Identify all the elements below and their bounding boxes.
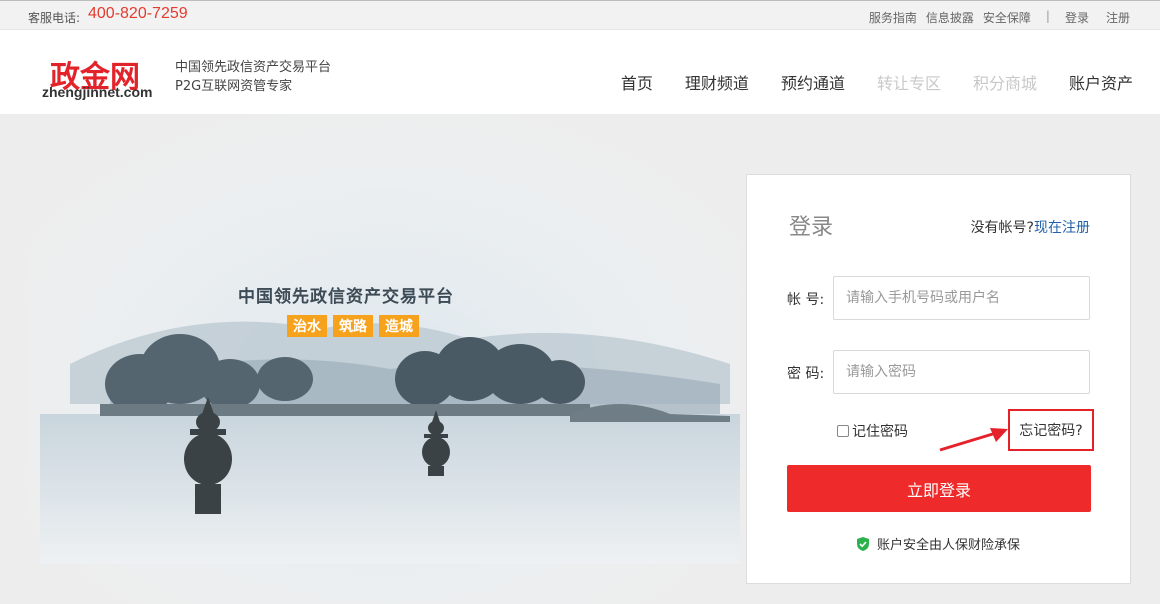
tagline-line-2: P2G互联网资管专家	[175, 79, 293, 94]
no-account-text: 没有帐号?	[970, 220, 1034, 236]
site-header: 政金网 zhengjinnet.com 中国领先政信资产交易平台 P2G互联网资…	[0, 30, 1160, 114]
tagline: 中国领先政信资产交易平台 P2G互联网资管专家	[175, 58, 331, 96]
remember-checkbox[interactable]	[837, 425, 849, 437]
top-register-link[interactable]: 注册	[1106, 9, 1130, 26]
register-prompt: 没有帐号?现在注册	[971, 217, 1090, 237]
login-panel: 登录 没有帐号?现在注册 帐 号: 密 码: 记住密码 忘记密码? 立即登录 账…	[746, 174, 1131, 584]
info-disclosure-link[interactable]: 信息披露	[926, 9, 974, 26]
logo[interactable]: 政金网 zhengjinnet.com	[42, 52, 164, 104]
remember-password[interactable]: 记住密码	[837, 421, 908, 441]
safety-text: 账户安全由人保财险承保	[877, 538, 1021, 553]
top-bar: 客服电话: 400-820-7259 服务指南 信息披露 安全保障 | 登录 注…	[0, 0, 1160, 30]
banner-tag: 治水	[287, 315, 327, 337]
service-guide-link[interactable]: 服务指南	[869, 9, 917, 26]
banner-tag: 筑路	[333, 315, 373, 337]
main-nav: 首页 理财频道 预约通道 转让专区 积分商城 账户资产	[621, 70, 1133, 94]
account-label: 帐 号:	[787, 292, 825, 308]
hero-banner: 中国领先政信资产交易平台 治水 筑路 造城	[30, 114, 740, 604]
safety-note: 账户安全由人保财险承保	[855, 534, 1020, 553]
login-title: 登录	[789, 215, 834, 240]
top-links: 服务指南 信息披露 安全保障 | 登录 注册	[869, 9, 1130, 26]
register-link[interactable]: 现在注册	[1034, 220, 1090, 236]
top-login-link[interactable]: 登录	[1065, 9, 1089, 26]
banner-title: 中国领先政信资产交易平台	[238, 287, 454, 307]
banner-tags: 治水 筑路 造城	[287, 315, 419, 337]
nav-home[interactable]: 首页	[621, 70, 653, 94]
nav-reservation[interactable]: 预约通道	[781, 70, 845, 94]
tagline-line-1: 中国领先政信资产交易平台	[175, 60, 332, 75]
nav-finance[interactable]: 理财频道	[685, 70, 749, 94]
login-button[interactable]: 立即登录	[787, 465, 1091, 512]
account-input[interactable]	[833, 276, 1090, 320]
hotline-number: 400-820-7259	[88, 5, 188, 22]
annotation-arrow-icon	[939, 428, 1008, 452]
nav-points-mall[interactable]: 积分商城	[973, 70, 1037, 94]
banner-tag: 造城	[379, 315, 419, 337]
shield-check-icon	[857, 536, 869, 551]
lake-scenery-image	[30, 114, 740, 604]
nav-account[interactable]: 账户资产	[1069, 70, 1133, 94]
security-link[interactable]: 安全保障	[983, 9, 1031, 26]
forgot-password-link[interactable]: 忘记密码?	[1008, 409, 1094, 451]
password-input[interactable]	[833, 350, 1090, 394]
password-label: 密 码:	[787, 366, 825, 382]
nav-transfer[interactable]: 转让专区	[877, 70, 941, 94]
divider: |	[1045, 9, 1050, 23]
logo-text-en: zhengjinnet.com	[42, 84, 153, 100]
hotline-label: 客服电话:	[28, 11, 81, 25]
remember-label: 记住密码	[852, 424, 908, 440]
